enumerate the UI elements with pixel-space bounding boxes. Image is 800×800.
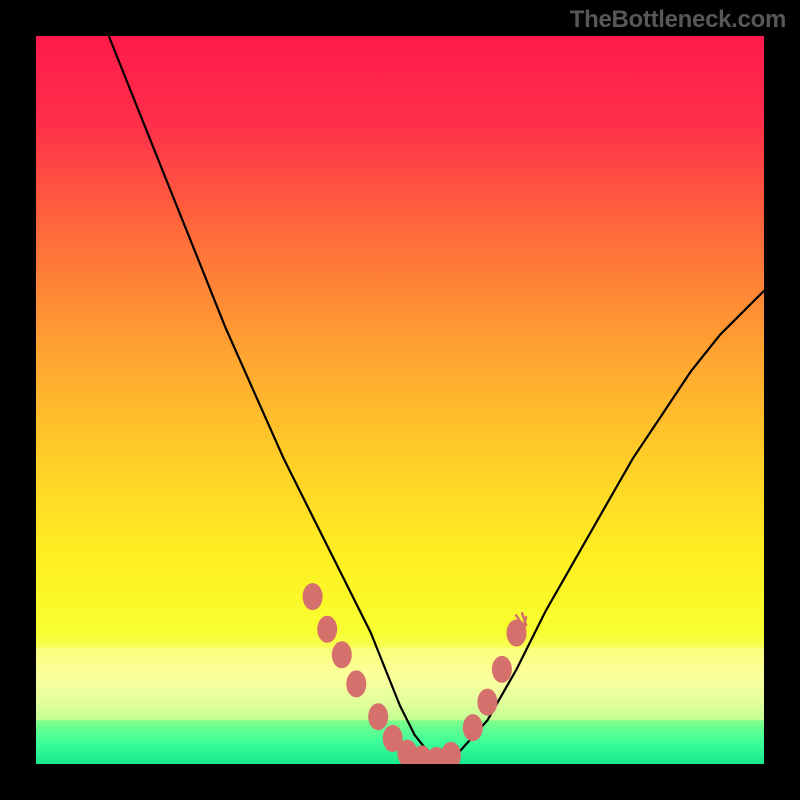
curve-marker (347, 671, 366, 697)
curve-marker (303, 584, 322, 610)
curve-marker (332, 642, 351, 668)
curve-marker (442, 742, 461, 764)
curve-marker (492, 656, 511, 682)
watermark-text: TheBottleneck.com (570, 6, 786, 34)
highlight-band (36, 648, 764, 721)
curve-marker (369, 704, 388, 730)
chart-frame: TheBottleneck.com (0, 0, 800, 800)
curve-marker (478, 689, 497, 715)
bottleneck-chart (36, 36, 764, 764)
curve-marker (463, 715, 482, 741)
curve-marker (318, 616, 337, 642)
